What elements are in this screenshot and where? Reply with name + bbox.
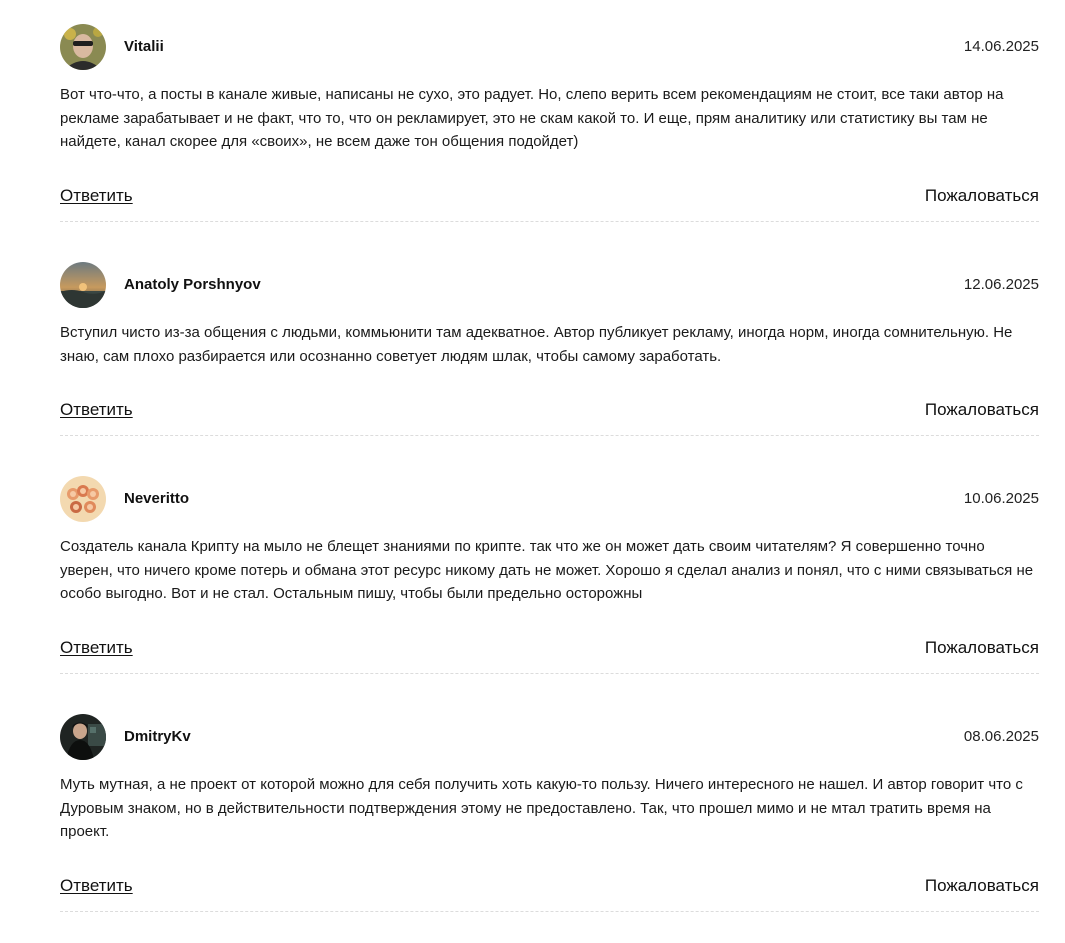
reply-link[interactable]: Ответить <box>60 637 133 659</box>
report-link[interactable]: Пожаловаться <box>925 875 1039 897</box>
comment-date: 10.06.2025 <box>963 490 1039 507</box>
comment-author: Neveritto <box>124 490 190 507</box>
comment-date: 08.06.2025 <box>963 728 1039 745</box>
avatar[interactable] <box>60 262 106 308</box>
comment-header: Anatoly Porshnyov 12.06.2025 <box>60 262 1039 308</box>
divider <box>60 435 1039 436</box>
comment-author: Anatoly Porshnyov <box>124 276 261 293</box>
divider <box>60 911 1039 912</box>
report-link[interactable]: Пожаловаться <box>925 185 1039 207</box>
comment-item: Vitalii 14.06.2025 Вот что-что, а посты … <box>60 24 1039 209</box>
comment-header: DmitryKv 08.06.2025 <box>60 714 1039 760</box>
avatar[interactable] <box>60 714 106 760</box>
reply-link[interactable]: Ответить <box>60 875 133 897</box>
report-link[interactable]: Пожаловаться <box>925 637 1039 659</box>
comment-author: DmitryKv <box>124 728 191 745</box>
report-link[interactable]: Пожаловаться <box>925 399 1039 421</box>
comment-item: Neveritto 10.06.2025 Создатель канала Кр… <box>60 476 1039 661</box>
avatar[interactable] <box>60 24 106 70</box>
comment-item: DmitryKv 08.06.2025 Муть мутная, а не пр… <box>60 714 1039 899</box>
divider <box>60 221 1039 222</box>
comment-header: Neveritto 10.06.2025 <box>60 476 1039 522</box>
comment-date: 12.06.2025 <box>963 276 1039 293</box>
comment-actions: Ответить Пожаловаться <box>60 875 1039 899</box>
comments-list: Vitalii 14.06.2025 Вот что-что, а посты … <box>0 0 1065 943</box>
reply-link[interactable]: Ответить <box>60 399 133 421</box>
comment-text: Создатель канала Крипту на мыло не блеще… <box>60 538 1034 602</box>
reply-link[interactable]: Ответить <box>60 185 133 207</box>
comment-author: Vitalii <box>124 38 164 55</box>
avatar[interactable] <box>60 476 106 522</box>
comment-actions: Ответить Пожаловаться <box>60 185 1039 209</box>
comment-header: Vitalii 14.06.2025 <box>60 24 1039 70</box>
comment-text: Вступил чисто из-за общения с людьми, ко… <box>60 324 1013 365</box>
comment-text: Муть мутная, а не проект от которой можн… <box>60 776 1023 840</box>
comment-text: Вот что-что, а посты в канале живые, нап… <box>60 86 1004 150</box>
comment-actions: Ответить Пожаловаться <box>60 637 1039 661</box>
comment-actions: Ответить Пожаловаться <box>60 399 1039 423</box>
comment-item: Anatoly Porshnyov 12.06.2025 Вступил чис… <box>60 262 1039 423</box>
divider <box>60 673 1039 674</box>
comment-date: 14.06.2025 <box>963 38 1039 55</box>
